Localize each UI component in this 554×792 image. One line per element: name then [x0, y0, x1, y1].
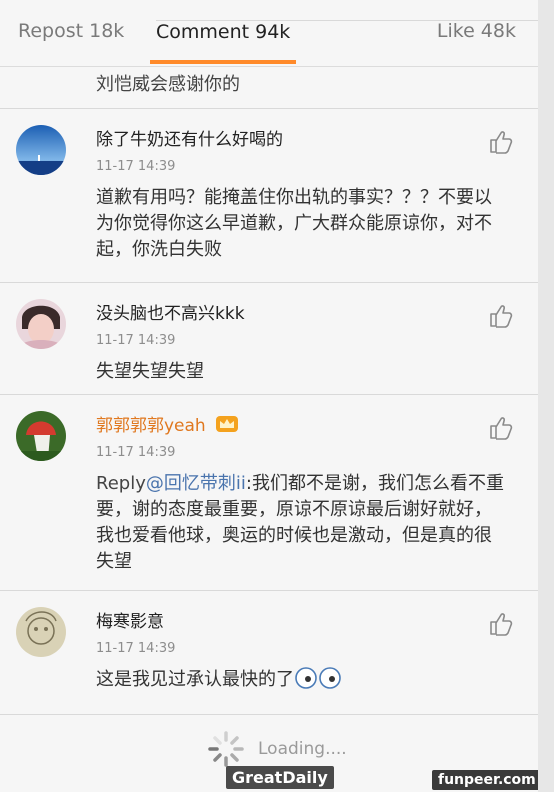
username[interactable]: 没头脑也不高兴kkk [96, 299, 245, 324]
eyes-emoji-icon [295, 667, 341, 689]
loading-text: Loading.... [258, 739, 347, 759]
username[interactable]: 除了牛奶还有什么好喝的 [96, 125, 283, 150]
comment-body: 这是我见过承认最快的了 [96, 669, 294, 690]
avatar-sky-image [16, 125, 66, 175]
avatar[interactable] [16, 125, 66, 175]
timestamp: 11-17 14:39 [96, 333, 176, 348]
active-tab-indicator [150, 60, 296, 64]
comment-text: Reply@回忆带刺ii:我们都不是谢，我们怎么看不重要，谢的态度最重要，原谅不… [96, 471, 506, 575]
username[interactable]: 梅寒影意 [96, 607, 164, 632]
timestamp: 11-17 14:39 [96, 445, 176, 460]
comment-item: 梅寒影意 11-17 14:39 这是我见过承认最快的了 [0, 590, 538, 715]
loading-spinner-icon [208, 731, 244, 767]
tab-repost[interactable]: Repost 18k [18, 20, 124, 42]
username[interactable]: 郭郭郭郭yeah [96, 411, 239, 436]
watermark-funpeer: funpeer.com [432, 770, 538, 790]
tab-bar: Repost 18k Comment 94k Like 48k [0, 0, 538, 67]
thumbs-up-icon[interactable] [488, 415, 514, 441]
vip-crown-badge-icon [216, 416, 239, 432]
mention-link[interactable]: @回忆带刺ii [146, 473, 246, 494]
comments-screen: Repost 18k Comment 94k Like 48k 刘恺威会感谢你的 [0, 0, 538, 792]
timestamp: 11-17 14:39 [96, 641, 176, 656]
comment-item: 郭郭郭郭yeah 11-17 14:39 Reply@回忆带刺ii:我们都不是谢… [0, 394, 538, 591]
avatar[interactable] [16, 299, 66, 349]
username-text: 郭郭郭郭yeah [96, 416, 206, 436]
watermark-greatdaily: GreatDaily [226, 766, 334, 789]
tab-like[interactable]: Like 48k [437, 20, 516, 42]
thumbs-up-icon[interactable] [488, 129, 514, 155]
avatar[interactable] [16, 411, 66, 461]
comment-text: 这是我见过承认最快的了 [96, 667, 506, 693]
avatar-drawing-image [16, 607, 66, 657]
comment-text: 失望失望失望 [96, 361, 204, 382]
avatar-portrait-image [16, 299, 66, 349]
thumbs-up-icon[interactable] [488, 303, 514, 329]
screen-edge [538, 0, 554, 792]
thumbs-up-icon[interactable] [488, 611, 514, 637]
avatar[interactable] [16, 607, 66, 657]
comment-item: 除了牛奶还有什么好喝的 11-17 14:39 道歉有用吗？能掩盖住你出轨的事实… [0, 108, 538, 283]
comment-text: 道歉有用吗？能掩盖住你出轨的事实？？？不要以为你觉得你这么早道歉，广大群众能原谅… [96, 187, 492, 260]
reply-prefix: Reply [96, 473, 146, 494]
previous-comment-text: 刘恺威会感谢你的 [96, 74, 240, 95]
avatar-flower-image [16, 411, 66, 461]
comment-item: 没头脑也不高兴kkk 11-17 14:39 失望失望失望 [0, 282, 538, 395]
timestamp: 11-17 14:39 [96, 159, 176, 174]
